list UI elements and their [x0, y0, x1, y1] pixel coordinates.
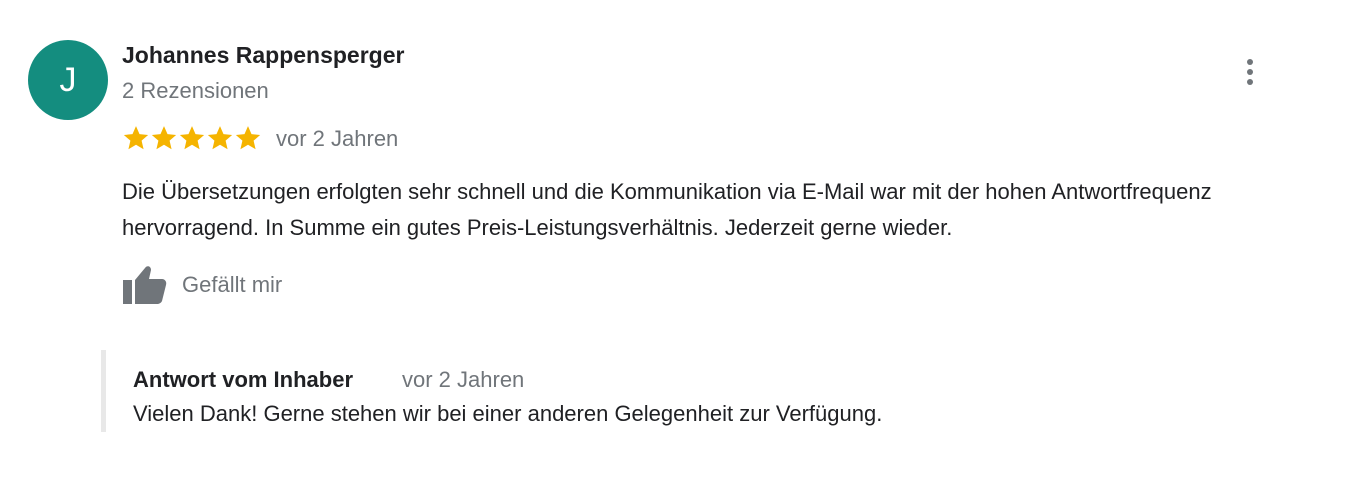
owner-reply-date: vor 2 Jahren: [402, 367, 525, 392]
star-icon: [123, 126, 149, 150]
author-name[interactable]: Johannes Rappensperger: [122, 42, 404, 69]
more-options-button[interactable]: [1236, 56, 1264, 90]
owner-reply-label: Antwort vom Inhaber: [133, 367, 354, 392]
star-icon: [179, 126, 205, 150]
more-vert-icon: [1247, 59, 1253, 85]
review-date: vor 2 Jahren: [276, 126, 399, 151]
review-text: Die Übersetzungen erfolgten sehr schnell…: [122, 179, 1212, 240]
avatar[interactable]: J: [28, 40, 108, 120]
star-icon: [235, 126, 261, 150]
like-button[interactable]: Gefällt mir: [120, 262, 282, 308]
author-review-count[interactable]: 2 Rezensionen: [122, 78, 269, 104]
like-label: Gefällt mir: [182, 272, 283, 297]
owner-reply-text: Vielen Dank! Gerne stehen wir bei einer …: [133, 401, 883, 426]
star-rating: [122, 124, 262, 152]
owner-reply: Antwort vom Inhaber vor 2 Jahren Vielen …: [101, 350, 1206, 432]
thumb-up-icon: [123, 266, 167, 304]
star-icon: [207, 126, 233, 150]
star-icon: [151, 126, 177, 150]
